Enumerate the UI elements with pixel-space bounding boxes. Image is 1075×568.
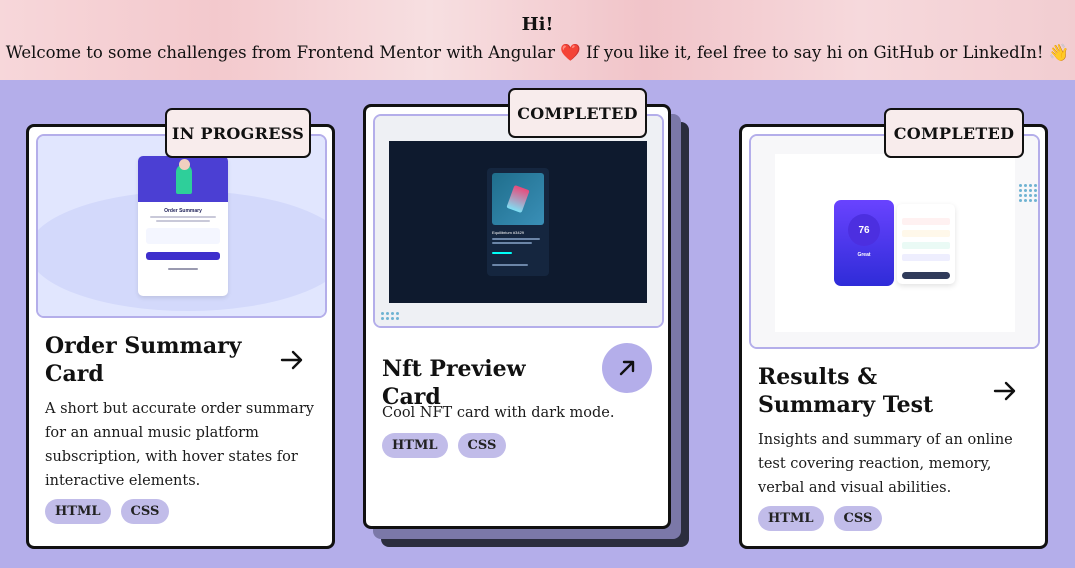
preview-caption: Great bbox=[857, 252, 871, 258]
tag-css: CSS bbox=[833, 506, 883, 531]
card-description: Insights and summary of an online test c… bbox=[758, 432, 1013, 496]
challenge-card-nft-preview[interactable]: Equilibrium #3429 Nft Preview Card Cool … bbox=[363, 104, 671, 529]
tag-list: HTML CSS bbox=[45, 499, 170, 524]
card-title: Order Summary Card bbox=[45, 333, 242, 387]
status-badge: COMPLETED bbox=[508, 88, 647, 138]
tag-html: HTML bbox=[382, 433, 448, 458]
tag-css: CSS bbox=[120, 499, 170, 524]
preview-caption: Equilibrium #3429 bbox=[492, 230, 525, 235]
status-badge: IN PROGRESS bbox=[165, 108, 311, 158]
welcome-banner: Hi! Welcome to some challenges from Fron… bbox=[0, 0, 1075, 80]
card-preview-image: 76 Great bbox=[749, 134, 1040, 349]
preview-score: 76 bbox=[848, 214, 880, 246]
card-preview-image: Equilibrium #3429 bbox=[373, 114, 664, 328]
welcome-text-end: If you like it, feel free to say hi on G… bbox=[580, 43, 1070, 62]
tag-html: HTML bbox=[758, 506, 824, 531]
welcome-text-start: Welcome to some challenges from Frontend… bbox=[5, 43, 561, 62]
card-preview-image: Order Summary bbox=[36, 134, 327, 318]
tag-list: HTML CSS bbox=[758, 506, 883, 531]
welcome-message: Welcome to some challenges from Frontend… bbox=[0, 43, 1075, 63]
card-description: A short but accurate order summary for a… bbox=[45, 401, 314, 489]
tag-css: CSS bbox=[457, 433, 507, 458]
challenge-card-results-summary[interactable]: 76 Great Results & Summary Test Insights… bbox=[739, 124, 1048, 549]
tag-html: HTML bbox=[45, 499, 111, 524]
status-badge: COMPLETED bbox=[884, 108, 1024, 158]
arrow-right-icon[interactable] bbox=[990, 376, 1020, 406]
heart-icon: ❤️ bbox=[560, 43, 581, 62]
card-title: Results & Summary Test bbox=[758, 364, 934, 418]
challenge-card-order-summary[interactable]: Order Summary Order Summary Card A short… bbox=[26, 124, 335, 549]
tag-list: HTML CSS bbox=[382, 433, 507, 458]
arrow-up-right-icon bbox=[619, 360, 635, 376]
greeting-heading: Hi! bbox=[521, 14, 554, 35]
preview-caption: Order Summary bbox=[164, 208, 202, 214]
card-description: Cool NFT card with dark mode. bbox=[382, 405, 615, 421]
arrow-right-icon[interactable] bbox=[277, 345, 307, 375]
open-link-button[interactable] bbox=[602, 343, 652, 393]
